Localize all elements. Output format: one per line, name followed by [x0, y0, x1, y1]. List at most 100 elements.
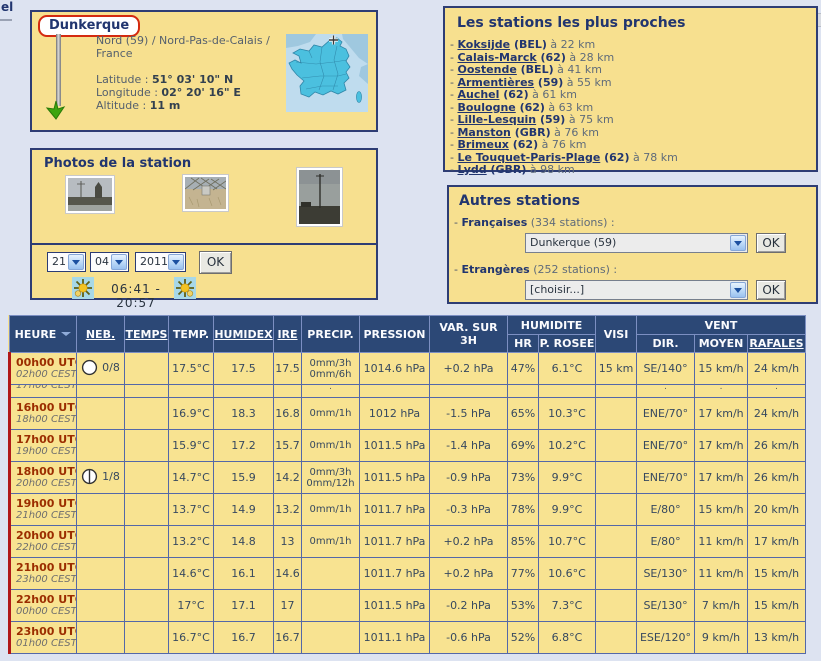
hr-cell: 65% — [508, 398, 539, 430]
foreign-station-select[interactable]: [choisir...] — [525, 280, 748, 300]
station-code: (62) — [499, 88, 528, 101]
hr-header: HR — [508, 335, 539, 353]
station-link[interactable]: Armentières — [457, 76, 534, 89]
station-distance: à 22 km — [547, 38, 595, 51]
rosee-cell: 9.9°C — [539, 462, 596, 494]
ire-cell: 13.2 — [274, 494, 302, 526]
month-select[interactable]: 04 — [90, 252, 129, 272]
page-corner-line — [0, 19, 12, 21]
moyen-cell: 17 km/h — [695, 462, 748, 494]
ire-header[interactable]: IRE — [274, 316, 302, 353]
rosee-cell: 10.2°C — [539, 430, 596, 462]
station-photo-1[interactable] — [66, 176, 114, 213]
date-ok-button[interactable]: OK — [199, 251, 232, 274]
hr-cell: 77% — [508, 558, 539, 590]
temps-header[interactable]: TEMPS — [125, 316, 169, 353]
station-link[interactable]: Brimeux — [457, 138, 508, 151]
humidex-cell: 17.5 — [214, 353, 274, 385]
moyen-cell: 9 km/h — [695, 622, 748, 654]
rafales-cell: 17 km/h — [748, 526, 806, 558]
station-distance: à 98 km — [526, 163, 574, 176]
temp-cell: 15.9°C — [169, 430, 214, 462]
table-row: 22h00 UTC00h00 CEST17°C17.1171011.5 hPa-… — [10, 590, 806, 622]
one-okta-icon — [81, 468, 98, 485]
temp-cell: 14.6°C — [169, 558, 214, 590]
dir-cell: . — [637, 385, 695, 398]
chevron-down-icon[interactable] — [730, 282, 746, 298]
visi-header: VISI — [596, 316, 637, 353]
visi-cell — [596, 462, 637, 494]
visi-cell — [596, 430, 637, 462]
neb-value: 1/8 — [102, 470, 120, 483]
map-pin-pole — [56, 34, 61, 106]
station-link[interactable]: Oostende — [457, 63, 516, 76]
var3h-cell: +0.2 hPa — [430, 526, 508, 558]
rosee-cell: 10.3°C — [539, 398, 596, 430]
chevron-down-icon[interactable] — [111, 254, 127, 270]
humidite-group-header: HUMIDITE — [508, 316, 596, 335]
chevron-down-icon[interactable] — [68, 254, 84, 270]
rafales-header[interactable]: RAFALES — [748, 335, 806, 353]
hr-cell: 53% — [508, 590, 539, 622]
foreign-ok-button[interactable]: OK — [756, 280, 786, 300]
temps-cell — [125, 353, 169, 385]
sunset-icon — [174, 277, 196, 299]
year-select[interactable]: 2011 — [135, 252, 186, 272]
pression-cell: 1011.5 hPa — [360, 590, 430, 622]
ire-cell: 17.5 — [274, 353, 302, 385]
heure-sort-header[interactable]: HEURE — [10, 316, 77, 353]
station-link[interactable]: Koksijde — [457, 38, 510, 51]
heure-cell: 18h00 UTC20h00 CEST — [10, 462, 77, 494]
french-ok-button[interactable]: OK — [756, 233, 786, 253]
precip-cell: 0mm/3h0mm/6h — [302, 353, 360, 385]
station-distance: à 63 km — [545, 101, 593, 114]
dir-cell: SE/130° — [637, 590, 695, 622]
station-link[interactable]: Lille-Lesquin — [457, 113, 536, 126]
humidex-cell — [214, 385, 274, 398]
neb-cell — [77, 398, 125, 430]
visi-cell — [596, 526, 637, 558]
french-station-select[interactable]: Dunkerque (59) — [525, 233, 748, 253]
rosee-cell: 7.3°C — [539, 590, 596, 622]
station-region-line2: France — [96, 47, 270, 60]
rosee-header: P. ROSEE — [539, 335, 596, 353]
station-link[interactable]: Le Touquet-Paris-Plage — [457, 151, 600, 164]
dir-header: DIR. — [637, 335, 695, 353]
neb-header[interactable]: NEB. — [77, 316, 125, 353]
var3h-cell: -1.5 hPa — [430, 398, 508, 430]
ire-cell: 14.6 — [274, 558, 302, 590]
visi-cell — [596, 385, 637, 398]
rafales-cell: 26 km/h — [748, 462, 806, 494]
rafales-cell: . — [748, 385, 806, 398]
dir-cell: ESE/120° — [637, 622, 695, 654]
rosee-cell — [539, 385, 596, 398]
vent-group-header: VENT — [637, 316, 806, 335]
humidex-header[interactable]: HUMIDEX — [214, 316, 274, 353]
station-longitude: Longitude : 02° 20' 16" E — [96, 86, 270, 99]
other-stations-title: Autres stations — [459, 193, 580, 209]
station-link[interactable]: Lydd — [457, 163, 486, 176]
temps-cell — [125, 622, 169, 654]
rosee-cell: 10.6°C — [539, 558, 596, 590]
station-photo-3[interactable] — [297, 168, 342, 226]
chevron-down-icon[interactable] — [168, 254, 184, 270]
station-link[interactable]: Calais-Marck — [457, 51, 536, 64]
chevron-down-icon[interactable] — [730, 235, 746, 251]
station-link[interactable]: Auchel — [457, 88, 499, 101]
ire-cell — [274, 385, 302, 398]
day-select[interactable]: 21 — [47, 252, 86, 272]
station-link[interactable]: Boulogne — [457, 101, 515, 114]
station-info-box: Dunkerque Nord (59) / Nord-Pas-de-Calais… — [30, 10, 378, 132]
hr-cell: 78% — [508, 494, 539, 526]
humidex-cell: 17.2 — [214, 430, 274, 462]
visi-cell — [596, 398, 637, 430]
dir-cell: SE/140° — [637, 353, 695, 385]
station-code: (62) — [537, 51, 566, 64]
pression-cell: 1011.7 hPa — [360, 526, 430, 558]
hr-cell — [508, 385, 539, 398]
station-link[interactable]: Manston — [457, 126, 510, 139]
station-photo-2[interactable] — [183, 175, 228, 211]
rafales-cell: 24 km/h — [748, 353, 806, 385]
rosee-cell: 10.7°C — [539, 526, 596, 558]
pression-cell: 1011.7 hPa — [360, 494, 430, 526]
